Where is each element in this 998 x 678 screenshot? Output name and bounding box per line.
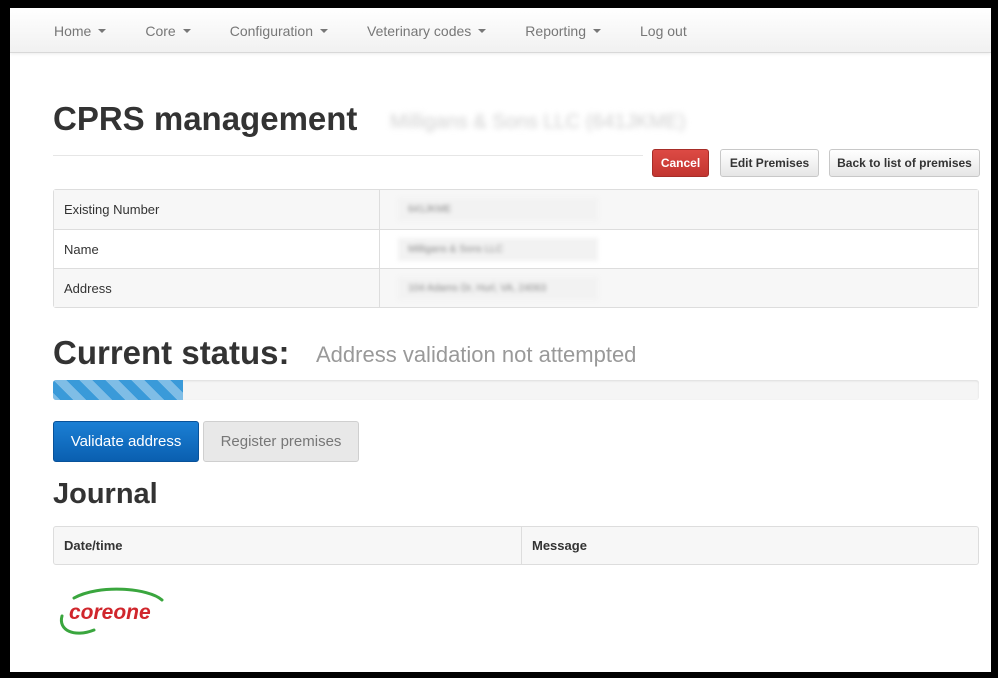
address-value-cell: 104 Adams Dr, Hurl, VA, 24063 xyxy=(380,269,978,307)
nav-logout[interactable]: Log out xyxy=(640,23,687,39)
nav-home[interactable]: Home xyxy=(54,22,107,39)
table-row: Address 104 Adams Dr, Hurl, VA, 24063 xyxy=(54,268,978,307)
column-header-datetime[interactable]: Date/time xyxy=(54,527,522,564)
existing-number-value-cell: 641JKME xyxy=(380,190,978,229)
nav-veterinary-codes-label: Veterinary codes xyxy=(367,22,472,39)
nav-menu: Home Core Configuration Veterinary codes… xyxy=(54,8,726,53)
nav-veterinary-codes[interactable]: Veterinary codes xyxy=(367,22,487,39)
cancel-button[interactable]: Cancel xyxy=(652,149,709,177)
coreone-logo: coreone xyxy=(59,587,164,635)
title-divider xyxy=(53,155,643,156)
existing-number-label: Existing Number xyxy=(54,190,380,229)
nav-core[interactable]: Core xyxy=(145,22,191,39)
edit-premises-button[interactable]: Edit Premises xyxy=(720,149,819,177)
nav-logout-label: Log out xyxy=(640,22,687,39)
nav-configuration[interactable]: Configuration xyxy=(230,23,328,39)
register-premises-button[interactable]: Register premises xyxy=(203,421,359,462)
journal-heading: Journal xyxy=(53,478,158,510)
premises-info-table: Existing Number 641JKME Name Milligans &… xyxy=(53,189,979,308)
status-heading: Current status: xyxy=(53,334,290,371)
progress-fill xyxy=(53,380,183,400)
nav-reporting[interactable]: Reporting xyxy=(525,23,601,39)
journal-table-header: Date/time Message xyxy=(53,526,979,565)
column-header-message[interactable]: Message xyxy=(522,527,978,564)
logo-text: coreone xyxy=(69,601,151,624)
nav-configuration-label: Configuration xyxy=(229,22,313,39)
nav-reporting-label: Reporting xyxy=(525,22,586,39)
address-value: 104 Adams Dr, Hurl, VA, 24063 xyxy=(398,276,598,300)
chevron-down-icon xyxy=(98,28,107,33)
back-to-list-button[interactable]: Back to list of premises xyxy=(829,149,980,177)
address-label: Address xyxy=(54,269,380,307)
page-title: CPRS management xyxy=(53,100,358,137)
validate-address-button[interactable]: Validate address xyxy=(53,421,199,462)
name-value-cell: Milligans & Sons LLC xyxy=(380,230,978,268)
chevron-down-icon xyxy=(593,28,601,33)
name-value: Milligans & Sons LLC xyxy=(398,237,598,261)
page-subtitle-premises: Milligans & Sons LLC (641JKME) xyxy=(390,111,686,133)
name-label: Name xyxy=(54,230,380,268)
chevron-down-icon xyxy=(320,28,328,33)
nav-home-label: Home xyxy=(54,22,92,39)
chevron-down-icon xyxy=(478,28,487,33)
status-progress-bar xyxy=(53,380,979,400)
table-row: Existing Number 641JKME xyxy=(54,190,978,229)
chevron-down-icon xyxy=(182,28,191,33)
table-row: Name Milligans & Sons LLC xyxy=(54,229,978,268)
app-frame: Home Core Configuration Veterinary codes… xyxy=(10,8,991,672)
existing-number-value: 641JKME xyxy=(398,198,598,221)
status-text: Address validation not attempted xyxy=(316,342,637,367)
top-navbar: Home Core Configuration Veterinary codes… xyxy=(10,8,991,53)
nav-core-label: Core xyxy=(145,22,176,39)
